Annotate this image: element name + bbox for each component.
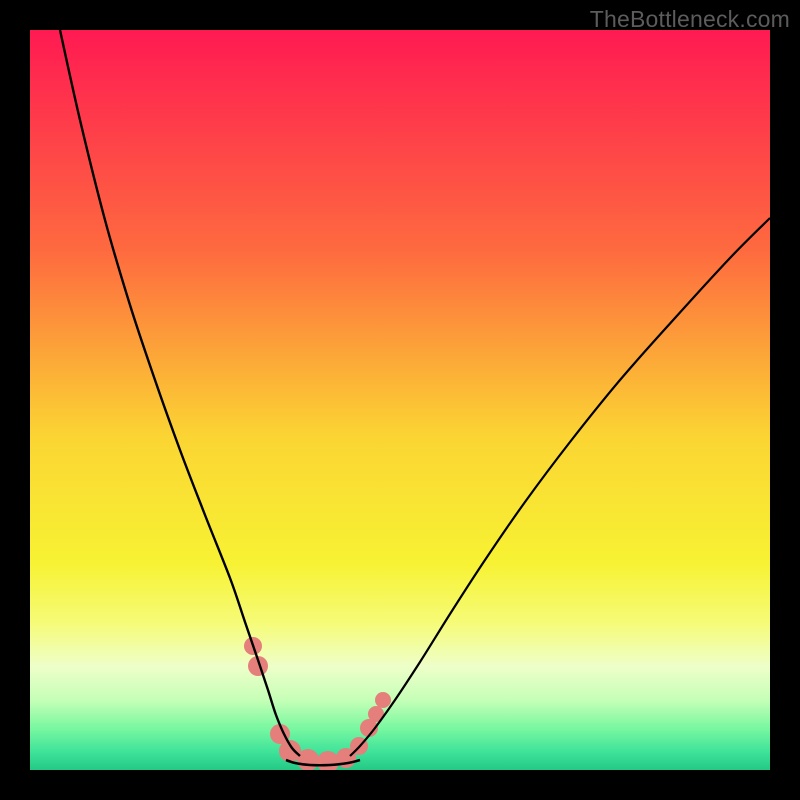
gradient-background — [30, 30, 770, 770]
watermark-text: TheBottleneck.com — [590, 6, 790, 33]
plot-area — [30, 30, 770, 770]
highlight-dot — [297, 749, 319, 770]
outer-frame: TheBottleneck.com — [0, 0, 800, 800]
bottleneck-chart — [30, 30, 770, 770]
highlight-dot — [375, 692, 391, 708]
